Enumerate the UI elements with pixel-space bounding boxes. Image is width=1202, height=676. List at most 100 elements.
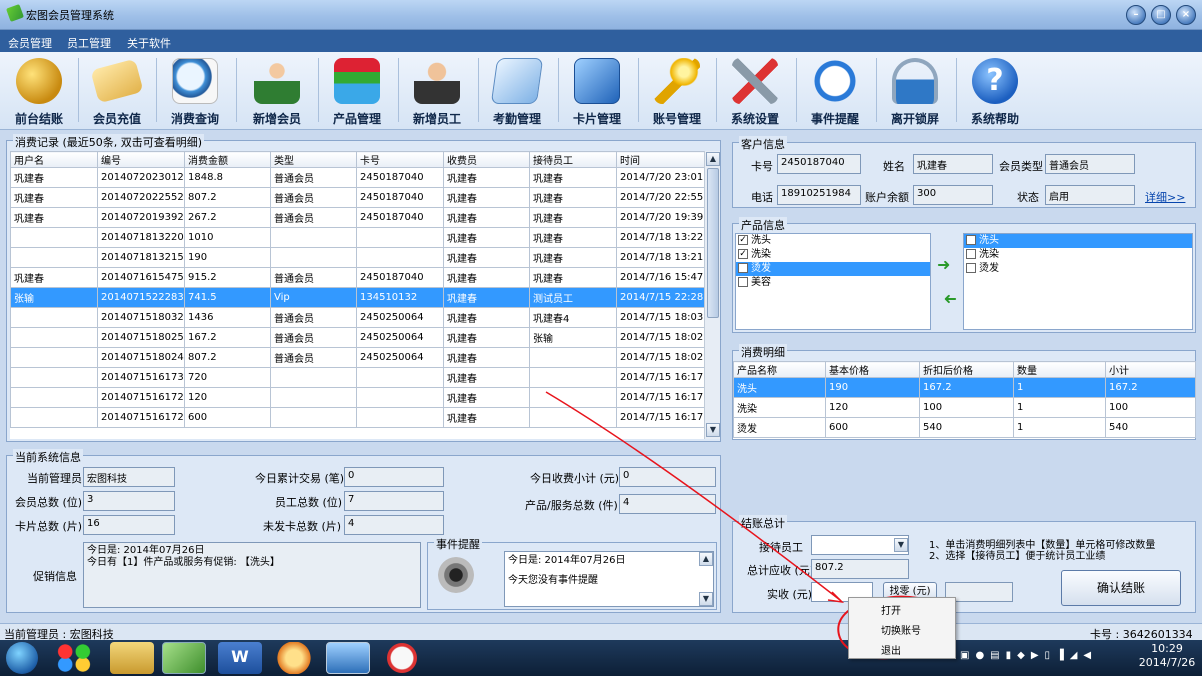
products-count-field[interactable]: 4: [619, 494, 716, 514]
menu-staff-management[interactable]: 员工管理: [67, 35, 111, 51]
admin-field[interactable]: 宏图科技: [83, 467, 175, 487]
checkbox[interactable]: ✓: [738, 263, 748, 273]
toolbar-consumption-query-button[interactable]: 消费查询: [156, 52, 234, 130]
maximize-button[interactable]: □: [1151, 5, 1171, 25]
staff-field[interactable]: 7: [344, 491, 444, 511]
arrow-right-icon[interactable]: ➜: [937, 257, 957, 274]
today-income-field[interactable]: 0: [619, 467, 716, 487]
start-button-icon[interactable]: [6, 642, 38, 674]
table-row[interactable]: 20140718132202 1010 巩建春 巩建春 2014/7/18 13:22: [10, 227, 704, 248]
table-row[interactable]: 20140715180241 807.2 普通会员 2450250064 巩建春 2014…: [10, 347, 704, 368]
card-number-field[interactable]: 2450187040: [777, 154, 861, 174]
checkbox[interactable]: [966, 235, 976, 245]
toolbar-help-button[interactable]: ? 系统帮助: [956, 52, 1034, 130]
image-viewer-taskbar-icon[interactable]: [326, 642, 370, 674]
table-row[interactable]: 20140715161726 120 巩建春 2014/7/15 16:17: [10, 387, 704, 408]
scroll-down-icon[interactable]: ▼: [699, 592, 713, 606]
toolbar-recharge-button[interactable]: 会员充值: [78, 52, 156, 130]
toolbar-cards-button[interactable]: 卡片管理: [558, 52, 636, 130]
list-item[interactable]: 烫发: [964, 262, 1192, 276]
table-row[interactable]: 张输 20140715222830 741.5 Vip 134510132 巩建春 测试员工…: [10, 287, 704, 308]
detail-link[interactable]: 详细>>: [1145, 189, 1185, 205]
table-row[interactable]: 巩建春 20140716154751 915.2 普通会员 2450187040 巩建春巩…: [10, 267, 704, 288]
today-trades-field[interactable]: 0: [344, 467, 444, 487]
column-header[interactable]: 小计: [1105, 361, 1196, 378]
menu-switch-account[interactable]: 切换账号: [881, 622, 921, 637]
arrow-left-icon[interactable]: ➜: [937, 289, 957, 308]
list-item[interactable]: 洗染: [964, 248, 1192, 262]
checkbox[interactable]: [966, 263, 976, 273]
tray-clock[interactable]: 10:29 2014/7/26: [1136, 642, 1198, 670]
column-header[interactable]: 产品名称: [733, 361, 826, 378]
scroll-down-icon[interactable]: ▼: [706, 423, 720, 437]
due-field[interactable]: 807.2: [811, 559, 909, 579]
confirm-checkout-button[interactable]: 确认结账: [1061, 570, 1181, 606]
column-header[interactable]: 数量: [1013, 361, 1106, 378]
scroll-thumb[interactable]: [707, 168, 719, 318]
column-header[interactable]: 类型: [270, 151, 357, 168]
name-field[interactable]: 巩建春: [913, 154, 993, 174]
table-row[interactable]: 洗染 120 100 1 100: [733, 397, 1196, 418]
toolbar-event-reminder-button[interactable]: 事件提醒: [796, 52, 874, 130]
balance-field[interactable]: 300: [913, 185, 993, 205]
member-type-field[interactable]: 普通会员: [1045, 154, 1135, 174]
column-header[interactable]: 时间: [616, 151, 704, 168]
table-row[interactable]: 20140715180326 1436 普通会员 2450250064 巩建春 巩建春4 2…: [10, 307, 704, 328]
toolbar-accounts-button[interactable]: 账号管理: [638, 52, 716, 130]
status-field[interactable]: 启用: [1045, 185, 1135, 205]
toolbar-add-employee-button[interactable]: 新增员工: [398, 52, 476, 130]
list-item[interactable]: ✓ 洗头: [736, 234, 930, 248]
close-button[interactable]: ×: [1176, 5, 1196, 25]
table-row[interactable]: 巩建春 20140720193924 267.2 普通会员 2450187040 巩建春巩…: [10, 207, 704, 228]
list-item[interactable]: 美容: [736, 276, 930, 290]
column-header[interactable]: 编号: [97, 151, 185, 168]
checkbox[interactable]: [966, 249, 976, 259]
snipping-tool-taskbar-icon[interactable]: [380, 642, 424, 674]
table-row[interactable]: 巩建春 20140720225526 807.2 普通会员 2450187040 巩建春巩…: [10, 187, 704, 208]
word-taskbar-icon[interactable]: W: [218, 642, 262, 674]
toolbar-products-button[interactable]: 产品管理: [318, 52, 396, 130]
menu-open[interactable]: 打开: [881, 602, 901, 617]
toolbar-add-member-button[interactable]: 新增会员: [238, 52, 316, 130]
menu-exit[interactable]: 退出: [881, 642, 901, 657]
table-row[interactable]: 烫发 600 540 1 540: [733, 417, 1196, 438]
selected-products-list[interactable]: 洗头 洗染 烫发: [963, 233, 1193, 330]
table-row[interactable]: 20140715180252 167.2 普通会员 2450250064 巩建春 张输 20…: [10, 327, 704, 348]
column-header[interactable]: 折扣后价格: [919, 361, 1014, 378]
toolbar-front-checkout-button[interactable]: 前台结账: [0, 52, 78, 130]
file-explorer-taskbar-icon[interactable]: [110, 642, 154, 674]
staff-select[interactable]: ▼: [811, 535, 909, 555]
table-row[interactable]: 巩建春 20140720230124 1848.8 普通会员 2450187040 巩建春…: [10, 167, 704, 188]
available-products-list[interactable]: ✓ 洗头 ✓ 洗染 ✓ 烫发 美容: [735, 233, 931, 330]
column-header[interactable]: 接待员工: [529, 151, 617, 168]
checkbox[interactable]: ✓: [738, 235, 748, 245]
column-header[interactable]: 卡号: [356, 151, 444, 168]
column-header[interactable]: 收费员: [443, 151, 530, 168]
phone-field[interactable]: 18910251984: [777, 185, 861, 205]
member-app-taskbar-icon[interactable]: [162, 642, 206, 674]
members-field[interactable]: 3: [83, 491, 175, 511]
toolbar-attendance-button[interactable]: 考勤管理: [478, 52, 556, 130]
checkbox[interactable]: ✓: [738, 249, 748, 259]
cards-field[interactable]: 16: [83, 515, 175, 535]
menu-member-management[interactable]: 会员管理: [8, 35, 52, 51]
paint-taskbar-icon[interactable]: [272, 642, 316, 674]
scroll-up-icon[interactable]: ▲: [706, 152, 720, 166]
menu-about[interactable]: 关于软件: [127, 35, 171, 51]
column-header[interactable]: 用户名: [10, 151, 98, 168]
column-header[interactable]: 基本价格: [825, 361, 920, 378]
checkbox[interactable]: [738, 277, 748, 287]
scroll-up-icon[interactable]: ▲: [699, 552, 713, 566]
list-item[interactable]: ✓ 烫发: [736, 262, 930, 276]
minimize-button[interactable]: –: [1126, 5, 1146, 25]
table-row[interactable]: 20140715161720 600 巩建春 2014/7/15 16:17: [10, 407, 704, 428]
chevron-down-icon[interactable]: ▼: [894, 538, 908, 552]
color-app-taskbar-icon[interactable]: [52, 642, 96, 674]
unsold-cards-field[interactable]: 4: [344, 515, 444, 535]
list-item[interactable]: 洗头: [964, 234, 1192, 248]
records-scrollbar[interactable]: ▲ ▼: [704, 151, 720, 439]
table-row[interactable]: 洗头 190 167.2 1 167.2: [733, 377, 1196, 398]
table-row[interactable]: 20140718132150 190 巩建春 巩建春 2014/7/18 13:21: [10, 247, 704, 268]
toolbar-lock-screen-button[interactable]: 离开锁屏: [876, 52, 954, 130]
column-header[interactable]: 消费金额: [184, 151, 271, 168]
